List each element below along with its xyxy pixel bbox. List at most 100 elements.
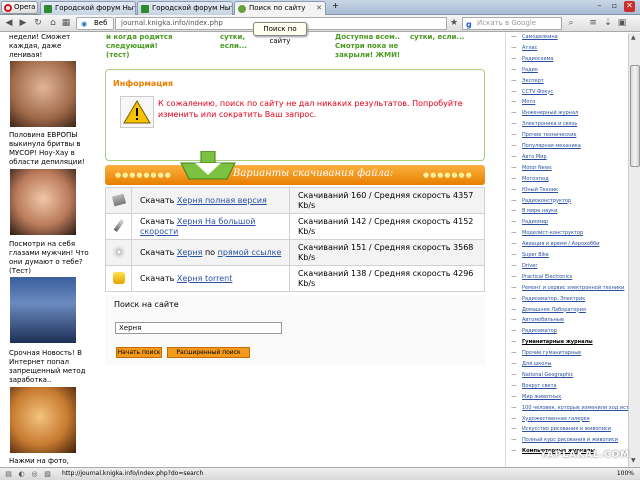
magazine-link[interactable]: Motor News: [522, 165, 552, 172]
ad-image[interactable]: [10, 61, 76, 127]
magazine-link[interactable]: National Geographic: [522, 372, 573, 379]
magazine-link[interactable]: CCTV Фокус: [522, 89, 553, 96]
magazine-link[interactable]: Мотоэтюд: [522, 176, 549, 183]
magazine-link[interactable]: Прочие технические: [522, 132, 576, 139]
tab-search[interactable]: Поиск по сайту ✕: [234, 1, 326, 16]
start-search-button[interactable]: Начать поиск: [116, 347, 162, 358]
magazine-link[interactable]: Домашняя Лаборатория: [522, 307, 586, 314]
link-bullet: ········: [511, 99, 517, 106]
search-go-icon[interactable]: ⌕: [566, 18, 576, 29]
bookmark-icon[interactable]: ★: [449, 18, 459, 29]
ad-text[interactable]: недели! Сможет каждая, даже ленивая!: [9, 33, 89, 60]
tab-forum-1[interactable]: Городской форум Нытв…: [40, 1, 136, 15]
main-column: и когда родится следующий! (тест) сутки,…: [100, 33, 490, 467]
download-banner: ●●●●●●●● Варианты скачивания файла: ●●●●…: [105, 165, 485, 185]
new-tab-button[interactable]: +: [330, 1, 341, 12]
scroll-down-icon[interactable]: ▼: [631, 457, 636, 464]
panel-icon[interactable]: ▣: [617, 18, 627, 29]
magazine-link[interactable]: Эксперт: [522, 78, 544, 85]
magazine-link[interactable]: Driver: [522, 263, 537, 270]
magazine-link[interactable]: Радиосхема: [522, 56, 553, 63]
magazine-link[interactable]: В мире науки: [522, 208, 557, 215]
magazine-link[interactable]: Для школы: [522, 361, 552, 368]
panel-toggle-icon[interactable]: ▤: [4, 470, 13, 479]
magazine-link[interactable]: 100 человек, которые изменили ход истори…: [522, 405, 640, 412]
home-icon[interactable]: ⌂: [48, 18, 58, 29]
banner-dots-left: ●●●●●●●●: [115, 171, 172, 179]
ad-image[interactable]: [10, 387, 76, 453]
magazine-link[interactable]: Радиоаматор. Электрик: [522, 296, 585, 303]
magazine-link[interactable]: Мото: [522, 99, 535, 106]
magazine-link[interactable]: Популярная механика: [522, 143, 581, 150]
maximize-icon[interactable]: ▫: [609, 1, 620, 12]
magazine-link[interactable]: Автомобильные: [522, 317, 564, 324]
close-window-icon[interactable]: ✕: [624, 1, 635, 12]
magazine-link[interactable]: Художественная галерея: [522, 416, 590, 423]
vertical-scrollbar[interactable]: ▲ ▼: [628, 33, 640, 467]
ad-image[interactable]: [10, 277, 76, 343]
download-link[interactable]: Херня: [177, 248, 203, 257]
tab-forum-2[interactable]: Городской форум Нытв…: [137, 1, 233, 15]
unite-icon[interactable]: ◐: [17, 470, 26, 479]
download-link[interactable]: Херня полная версия: [177, 196, 267, 205]
web-button[interactable]: ◉ Веб: [76, 17, 114, 30]
link-bullet: ········: [511, 241, 517, 248]
site-search-input[interactable]: Херня: [115, 322, 282, 334]
scroll-thumb[interactable]: [630, 65, 640, 167]
disc-icon: [105, 239, 132, 266]
magazine-link[interactable]: Авто Мир: [522, 154, 547, 161]
magazine-link[interactable]: Радиоаматор: [522, 328, 557, 335]
ad-text[interactable]: Посмотри на себя глазами мужчин! Что они…: [9, 240, 89, 276]
category-link[interactable]: Гуманитарные журналы: [522, 339, 593, 346]
forward-icon[interactable]: ▶: [18, 18, 28, 29]
magazine-link[interactable]: Радиоконструктор: [522, 198, 571, 205]
speed-dial-icon[interactable]: ▦: [61, 18, 71, 29]
zoom-level[interactable]: 100%: [617, 468, 634, 480]
magazine-link[interactable]: Электроника и связь: [522, 121, 577, 128]
right-link-column: ········ Самоделкина ········ Атлас ········…: [505, 33, 640, 467]
back-icon[interactable]: ◀: [4, 18, 14, 29]
ad-image[interactable]: [10, 169, 76, 235]
magazine-link[interactable]: Моделист-конструктор: [522, 230, 583, 237]
menu-icon[interactable]: ≡: [588, 18, 598, 29]
ad-text[interactable]: Срочная Новость! В Интернет попал запрещ…: [9, 349, 89, 385]
magazine-link[interactable]: Авиация и время / Аэрохобби: [522, 241, 599, 248]
magazine-link[interactable]: Practical Electronics: [522, 274, 572, 281]
magazine-link[interactable]: Super Bike: [522, 252, 549, 259]
magazine-link[interactable]: Инженерный журнал: [522, 110, 578, 117]
magazine-link[interactable]: Радио: [522, 67, 538, 74]
link-bullet: ········: [511, 295, 517, 302]
ad-text[interactable]: Половина ЕВРОПЫ выкинула бритвы в МУСОР!…: [9, 131, 89, 167]
magazine-link[interactable]: Юный Техник: [522, 187, 558, 194]
magazine-link[interactable]: Атлас: [522, 45, 537, 52]
magazine-link[interactable]: Ремонт и сервис электронной техники: [522, 285, 624, 292]
download-icon[interactable]: ⇣: [603, 18, 613, 29]
reload-icon[interactable]: ↻: [33, 18, 43, 29]
minimize-icon[interactable]: –: [594, 1, 605, 12]
top-snippet[interactable]: и когда родится следующий! (тест): [106, 33, 178, 60]
magazine-link[interactable]: Мир животных: [522, 394, 561, 401]
top-snippet[interactable]: Доступна всем.. Смотри пока не закрыли! …: [335, 33, 407, 60]
link-bullet: ········: [511, 66, 517, 73]
direct-link[interactable]: прямой ссылке: [218, 248, 282, 257]
close-tab-icon[interactable]: ✕: [316, 2, 322, 15]
turbo-icon[interactable]: ◎: [30, 470, 39, 479]
google-icon: g: [466, 20, 472, 29]
opera-menu-button[interactable]: Opera: [1, 1, 38, 14]
download-link[interactable]: Херня torrent: [177, 274, 233, 283]
magazine-link[interactable]: Прочие гуманитарные: [522, 350, 581, 357]
advanced-search-button[interactable]: Расширенный поиск: [167, 347, 250, 358]
magazine-link[interactable]: Радиомир: [522, 219, 548, 226]
magazine-link[interactable]: Вокруг света: [522, 383, 557, 390]
site-favicon-icon: [141, 5, 149, 13]
scroll-up-icon[interactable]: ▲: [631, 34, 636, 41]
magazine-link[interactable]: Искусство рисования и живописи: [522, 426, 611, 433]
magazine-link[interactable]: Самоделкина: [522, 34, 558, 41]
top-snippet[interactable]: сутки, если...: [410, 33, 470, 42]
images-icon[interactable]: ▧: [43, 470, 52, 479]
opera-menu-label: Opera: [14, 3, 36, 11]
ad-text[interactable]: Нажми на фото,: [9, 457, 89, 466]
search-input[interactable]: g Искать в Google: [462, 17, 562, 30]
magazine-link[interactable]: Полный курс рисования и живописи: [522, 437, 618, 444]
table-row: Скачать Херня torrent Скачиваний 138 / С…: [105, 265, 485, 292]
